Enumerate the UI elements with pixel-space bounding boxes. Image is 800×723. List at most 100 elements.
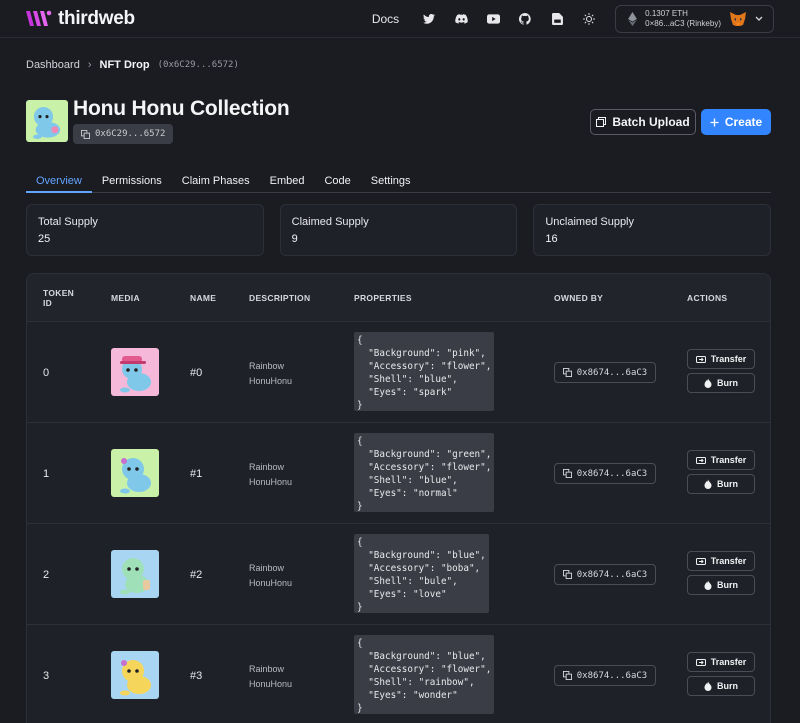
transfer-label: Transfer xyxy=(710,455,747,465)
nft-media xyxy=(111,348,159,396)
owner-address-button[interactable]: 0x8674...6aC3 xyxy=(554,665,656,686)
file-icon[interactable] xyxy=(541,12,573,25)
batch-upload-icon xyxy=(596,117,607,127)
copy-icon xyxy=(562,671,572,680)
wallet-button[interactable]: 0.1307 ETH 0×86...aC3 (Rinkeby) xyxy=(615,4,774,33)
tab-code[interactable]: Code xyxy=(314,170,360,193)
table-row[interactable]: 3 #3 Rainbow HonuHonu { "Background": "b… xyxy=(27,625,770,723)
thirdweb-logo-icon xyxy=(26,10,52,26)
contract-address-chip[interactable]: 0x6C29...6572 xyxy=(73,124,174,144)
transfer-button[interactable]: Transfer xyxy=(687,551,755,571)
owner-address-button[interactable]: 0x8674...6aC3 xyxy=(554,362,656,383)
token-id: 2 xyxy=(43,569,50,581)
stat-value: 16 xyxy=(545,233,558,245)
nft-properties: { "Background": "blue", "Accessory": "bo… xyxy=(354,534,489,613)
tab-permissions[interactable]: Permissions xyxy=(92,170,172,193)
metamask-fox-icon xyxy=(730,11,746,26)
github-icon[interactable] xyxy=(509,12,541,25)
token-id: 0 xyxy=(43,367,50,379)
copy-icon xyxy=(562,368,572,377)
table-row[interactable]: 2 #2 Rainbow HonuHonu { "Background": "b… xyxy=(27,524,770,625)
stat-claimed-supply: Claimed Supply 9 xyxy=(279,204,518,256)
transfer-button[interactable]: Transfer xyxy=(687,450,755,470)
theme-toggle-icon[interactable] xyxy=(573,12,605,25)
batch-upload-button[interactable]: Batch Upload xyxy=(590,109,696,135)
burn-label: Burn xyxy=(717,479,738,489)
table-row[interactable]: 1 #1 Rainbow HonuHonu { "Background": "g… xyxy=(27,423,770,524)
twitter-icon[interactable] xyxy=(413,13,445,24)
owner-address: 0x8674...6aC3 xyxy=(576,468,648,479)
nft-media xyxy=(111,651,159,699)
owner-address-button[interactable]: 0x8674...6aC3 xyxy=(554,564,656,585)
stat-label: Claimed Supply xyxy=(291,216,369,228)
create-button[interactable]: Create xyxy=(701,109,771,135)
copy-icon xyxy=(81,129,90,139)
brand[interactable]: thirdweb xyxy=(26,8,135,30)
table-header: TOKEN ID MEDIA NAME DESCRIPTION PROPERTI… xyxy=(27,274,770,322)
column-description: DESCRIPTION xyxy=(249,293,311,303)
collection-header: Honu Honu Collection 0x6C29...6572 Batch… xyxy=(26,97,771,145)
burn-label: Burn xyxy=(717,378,738,388)
transfer-label: Transfer xyxy=(710,354,747,364)
burn-button[interactable]: Burn xyxy=(687,373,755,393)
transfer-icon xyxy=(695,659,706,666)
stat-unclaimed-supply: Unclaimed Supply 16 xyxy=(533,204,772,256)
table-row[interactable]: 0 #0 Rainbow HonuHonu { "Background": "p… xyxy=(27,322,770,423)
stat-value: 9 xyxy=(291,233,298,245)
burn-label: Burn xyxy=(717,681,738,691)
burn-button[interactable]: Burn xyxy=(687,676,755,696)
owner-address: 0x8674...6aC3 xyxy=(576,367,648,378)
stat-label: Unclaimed Supply xyxy=(545,216,634,228)
youtube-icon[interactable] xyxy=(477,13,509,24)
transfer-icon xyxy=(695,558,706,565)
batch-upload-label: Batch Upload xyxy=(612,115,690,129)
nft-properties: { "Background": "pink", "Accessory": "fl… xyxy=(354,332,495,411)
column-actions: ACTIONS xyxy=(687,293,728,303)
burn-button[interactable]: Burn xyxy=(687,575,755,595)
stat-value: 25 xyxy=(38,233,51,245)
nft-name: #3 xyxy=(190,670,203,682)
flame-icon xyxy=(704,580,712,590)
tab-embed[interactable]: Embed xyxy=(260,170,315,193)
collection-avatar xyxy=(26,100,68,142)
nft-media xyxy=(111,550,159,598)
flame-icon xyxy=(704,378,712,388)
stat-total-supply: Total Supply 25 xyxy=(26,204,264,256)
nft-description: Rainbow HonuHonu xyxy=(249,563,293,588)
breadcrumb: Dashboard › NFT Drop (0x6C29...6572) xyxy=(26,59,239,71)
plus-icon xyxy=(710,117,719,127)
breadcrumb-dashboard[interactable]: Dashboard xyxy=(26,59,80,71)
tab-overview[interactable]: Overview xyxy=(26,170,92,193)
discord-icon[interactable] xyxy=(445,13,477,24)
owner-address-button[interactable]: 0x8674...6aC3 xyxy=(554,463,656,484)
token-id: 3 xyxy=(43,670,50,682)
wallet-balance: 0.1307 ETH xyxy=(645,8,688,18)
burn-button[interactable]: Burn xyxy=(687,474,755,494)
ethereum-icon xyxy=(628,11,638,26)
flame-icon xyxy=(704,479,712,489)
tab-claim-phases[interactable]: Claim Phases xyxy=(172,170,260,193)
docs-link[interactable]: Docs xyxy=(372,12,399,26)
top-navbar: thirdweb Docs 0.1307 ETH 0×86...aC3 (Rin… xyxy=(0,0,800,38)
page-title: Honu Honu Collection xyxy=(73,97,290,120)
supply-stats: Total Supply 25 Claimed Supply 9 Unclaim… xyxy=(26,204,772,256)
transfer-label: Transfer xyxy=(710,556,747,566)
breadcrumb-separator: › xyxy=(87,59,92,71)
chevron-down-icon xyxy=(755,16,763,21)
transfer-button[interactable]: Transfer xyxy=(687,349,755,369)
token-id: 1 xyxy=(43,468,50,480)
transfer-button[interactable]: Transfer xyxy=(687,652,755,672)
nft-properties: { "Background": "green", "Accessory": "f… xyxy=(354,433,495,512)
transfer-label: Transfer xyxy=(710,657,747,667)
column-name: NAME xyxy=(190,293,217,303)
transfer-icon xyxy=(695,356,706,363)
create-label: Create xyxy=(724,115,763,129)
nft-table: TOKEN ID MEDIA NAME DESCRIPTION PROPERTI… xyxy=(26,273,771,723)
nft-description: Rainbow HonuHonu xyxy=(249,664,293,689)
nft-name: #2 xyxy=(190,569,203,581)
nft-media xyxy=(111,449,159,497)
tab-settings[interactable]: Settings xyxy=(361,170,421,193)
nft-properties: { "Background": "blue", "Accessory": "fl… xyxy=(354,635,495,714)
copy-icon xyxy=(562,570,572,579)
wallet-address: 0×86...aC3 (Rinkeby) xyxy=(645,18,721,28)
